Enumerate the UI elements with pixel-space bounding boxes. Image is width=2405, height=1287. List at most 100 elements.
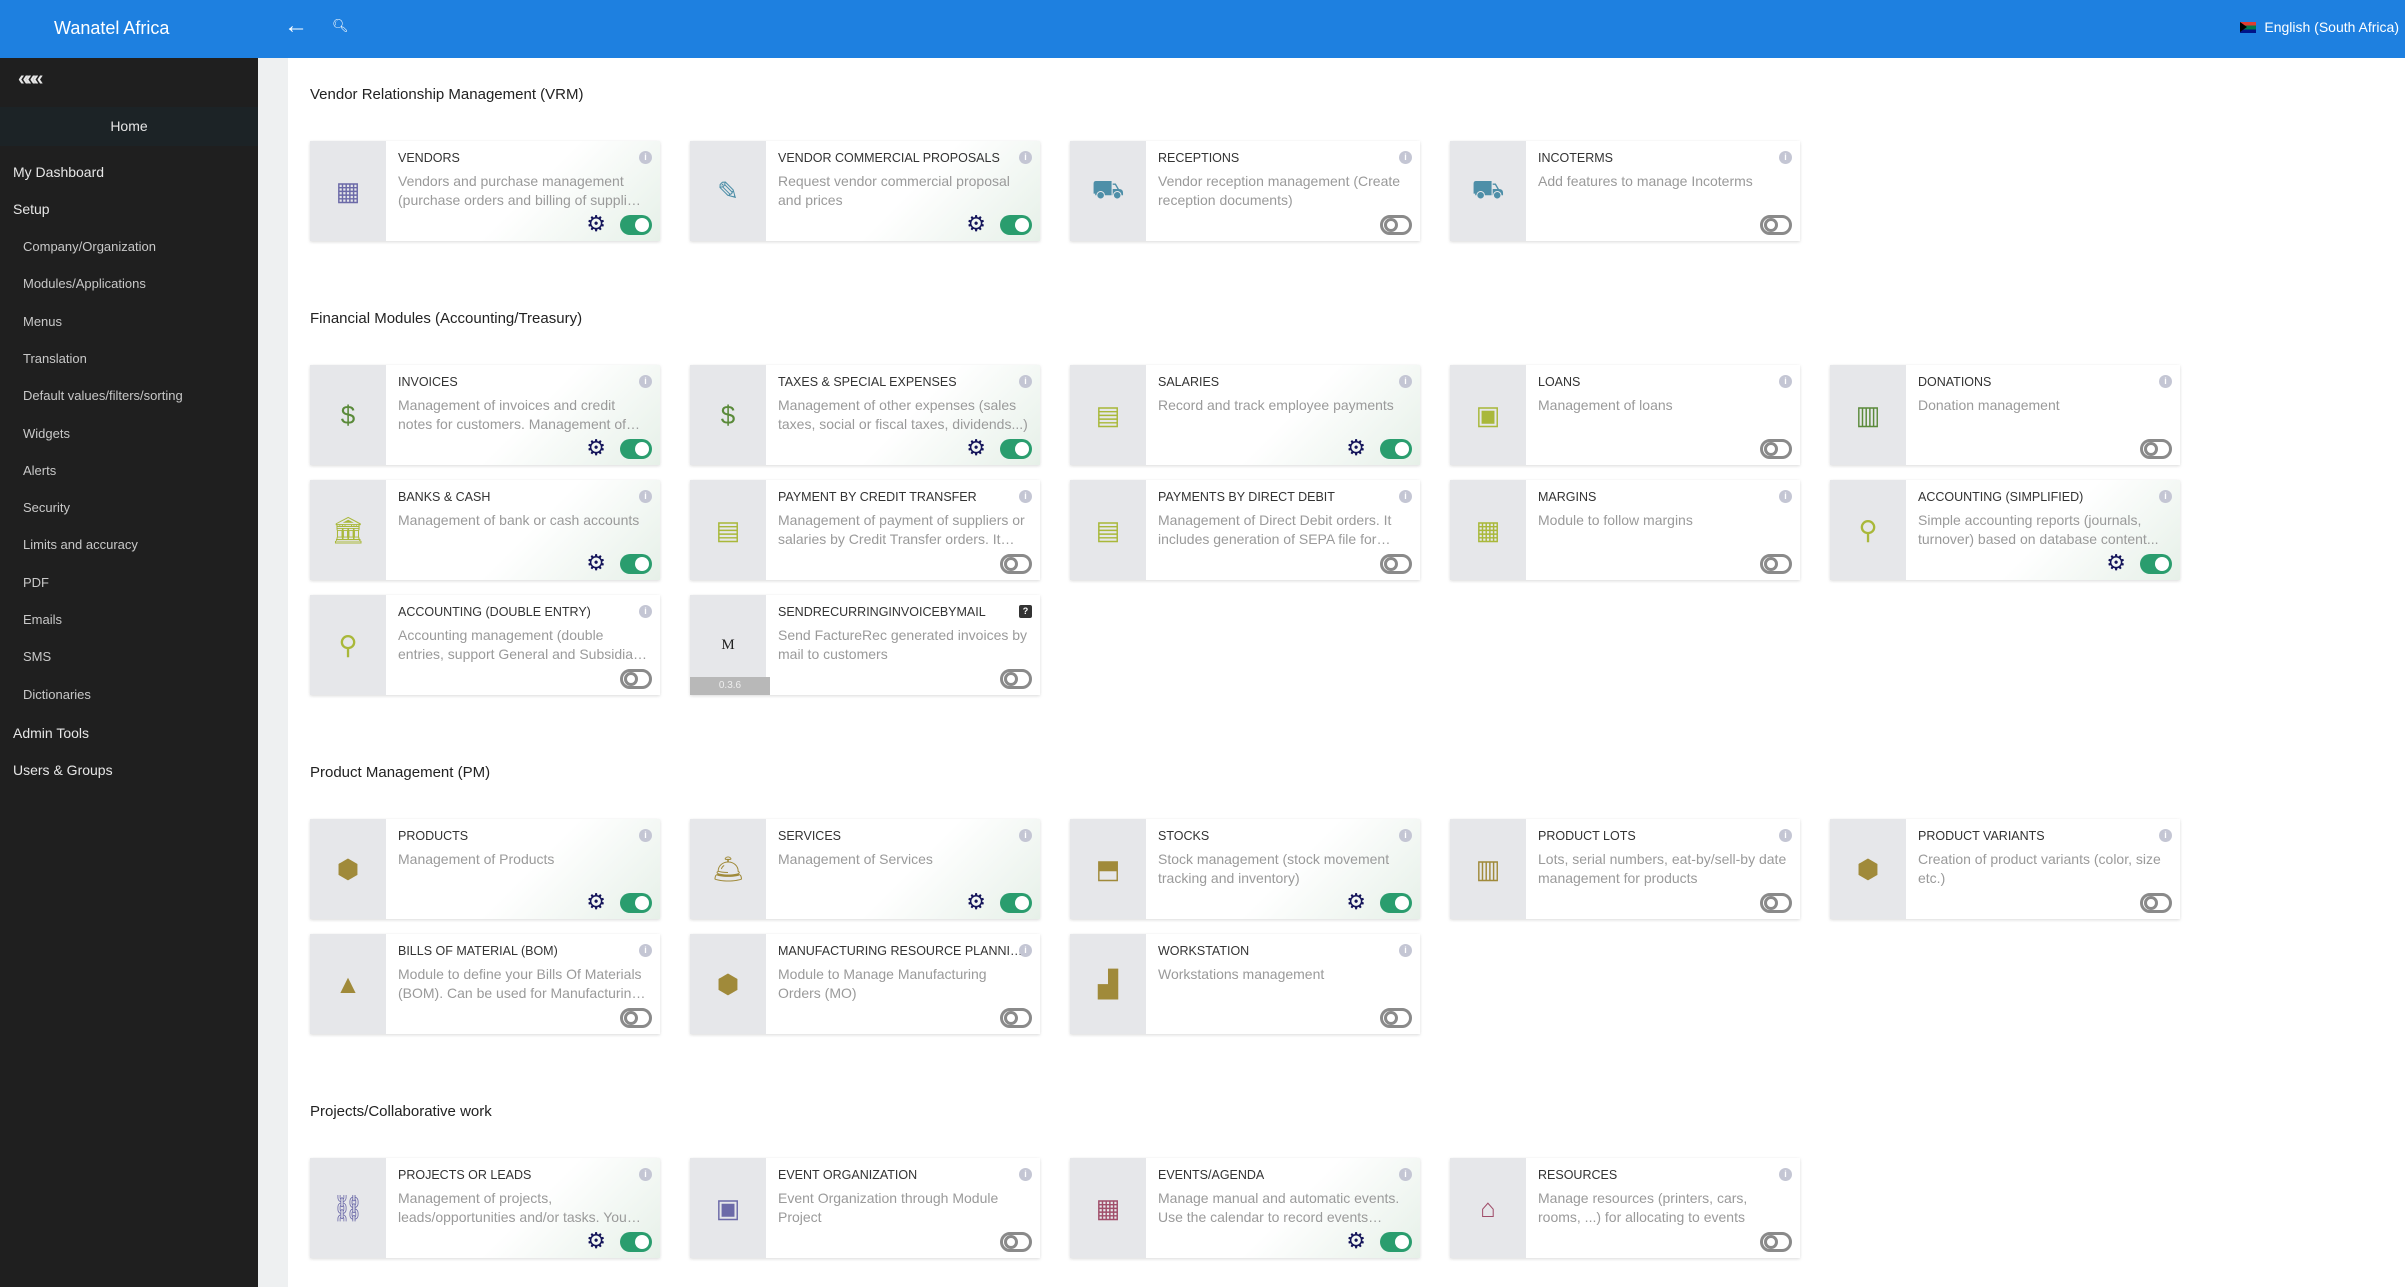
module-toggle[interactable] <box>620 669 652 689</box>
gear-icon[interactable]: ⚙ <box>966 211 986 237</box>
help-icon[interactable]: ? <box>1019 605 1032 618</box>
gear-icon[interactable]: ⚙ <box>586 889 606 915</box>
module-toggle[interactable] <box>1000 1008 1032 1028</box>
sidebar-home[interactable]: Home <box>0 107 258 146</box>
info-icon[interactable]: i <box>1399 944 1412 957</box>
info-icon[interactable]: i <box>1399 375 1412 388</box>
gear-icon[interactable]: ⚙ <box>2106 550 2126 576</box>
sidebar-subitem[interactable]: Modules/Applications <box>23 276 146 291</box>
gear-icon[interactable]: ⚙ <box>1346 889 1366 915</box>
module-toggle[interactable] <box>1760 215 1792 235</box>
sidebar-subitem[interactable]: Translation <box>23 351 87 366</box>
info-icon[interactable]: i <box>2159 829 2172 842</box>
module-toggle[interactable] <box>1000 215 1032 235</box>
module-toggle[interactable] <box>1760 439 1792 459</box>
info-icon[interactable]: i <box>1019 375 1032 388</box>
arrow-left-icon[interactable]: ← <box>284 12 308 40</box>
brand-name[interactable]: Wanatel Africa <box>54 18 169 39</box>
cubes-icon-glyph: ⬢ <box>716 968 740 999</box>
sidebar-subitem[interactable]: PDF <box>23 575 49 590</box>
info-icon[interactable]: i <box>2159 490 2172 503</box>
gear-icon[interactable]: ⚙ <box>966 435 986 461</box>
info-icon[interactable]: i <box>639 490 652 503</box>
info-icon[interactable]: i <box>1399 829 1412 842</box>
sidebar-subitem[interactable]: Limits and accuracy <box>23 537 138 552</box>
info-icon[interactable]: i <box>1019 1168 1032 1181</box>
info-icon[interactable]: i <box>1399 151 1412 164</box>
gear-icon[interactable]: ⚙ <box>586 435 606 461</box>
info-icon[interactable]: i <box>639 829 652 842</box>
info-icon[interactable]: i <box>639 375 652 388</box>
sidebar-item-admin-tools[interactable]: Admin Tools <box>13 725 89 741</box>
gear-icon[interactable]: ⚙ <box>1346 435 1366 461</box>
gear-icon[interactable]: ⚙ <box>586 211 606 237</box>
search-icon[interactable]: 🔍︎ <box>332 18 349 34</box>
gear-icon[interactable]: ⚙ <box>586 550 606 576</box>
card-body: INVOICES Management of invoices and credi… <box>386 365 660 465</box>
info-icon[interactable]: i <box>1779 375 1792 388</box>
sidebar-item-users-groups[interactable]: Users & Groups <box>13 762 113 778</box>
info-icon[interactable]: i <box>1019 944 1032 957</box>
module-toggle[interactable] <box>620 1008 652 1028</box>
language-selector[interactable]: English (South Africa) <box>2240 19 2399 35</box>
info-icon[interactable]: i <box>639 605 652 618</box>
module-toggle[interactable] <box>620 215 652 235</box>
module-toggle[interactable] <box>1380 893 1412 913</box>
module-card: ▤ PAYMENT BY CREDIT TRANSFER Management of… <box>690 480 1040 580</box>
sidebar-subitem[interactable]: Company/Organization <box>23 239 156 254</box>
module-toggle[interactable] <box>1000 669 1032 689</box>
sidebar-subitem[interactable]: SMS <box>23 649 51 664</box>
module-toggle[interactable] <box>1000 893 1032 913</box>
gear-icon[interactable]: ⚙ <box>1346 1228 1366 1254</box>
money-check-icon: ▤ <box>690 480 766 580</box>
info-icon[interactable]: i <box>1399 1168 1412 1181</box>
info-icon[interactable]: i <box>1779 490 1792 503</box>
gear-icon[interactable]: ⚙ <box>586 1228 606 1254</box>
info-icon[interactable]: i <box>1779 151 1792 164</box>
module-toggle[interactable] <box>620 554 652 574</box>
module-title: WORKSTATION <box>1158 944 1250 958</box>
module-toggle[interactable] <box>1760 554 1792 574</box>
info-icon[interactable]: i <box>1779 1168 1792 1181</box>
sidebar-item-setup[interactable]: Setup <box>13 201 50 217</box>
module-toggle[interactable] <box>1380 554 1412 574</box>
info-icon[interactable]: i <box>1019 151 1032 164</box>
module-toggle[interactable] <box>2140 893 2172 913</box>
module-toggle[interactable] <box>1760 893 1792 913</box>
info-icon[interactable]: i <box>1399 490 1412 503</box>
module-title: VENDOR COMMERCIAL PROPOSALS <box>778 151 1000 165</box>
sidebar-subitem[interactable]: Alerts <box>23 463 56 478</box>
info-icon[interactable]: i <box>1019 490 1032 503</box>
module-toggle[interactable] <box>1760 1232 1792 1252</box>
info-icon[interactable]: i <box>639 944 652 957</box>
info-icon[interactable]: i <box>1019 829 1032 842</box>
module-toggle[interactable] <box>620 893 652 913</box>
sidebar-subitem[interactable]: Dictionaries <box>23 687 91 702</box>
sidebar-subitem[interactable]: Default values/filters/sorting <box>23 388 183 403</box>
info-icon[interactable]: i <box>2159 375 2172 388</box>
module-toggle[interactable] <box>1380 1232 1412 1252</box>
module-description: Management of payment of suppliers or sa… <box>778 512 1025 547</box>
module-toggle[interactable] <box>2140 439 2172 459</box>
sidebar-item-my-dashboard[interactable]: My Dashboard <box>13 164 104 180</box>
info-icon[interactable]: i <box>639 1168 652 1181</box>
money-bill-icon-glyph: ▣ <box>1475 399 1501 430</box>
module-toggle[interactable] <box>1000 439 1032 459</box>
module-toggle[interactable] <box>1380 215 1412 235</box>
collapse-sidebar-icon[interactable]: ««« <box>18 68 43 91</box>
sidebar-subitem[interactable]: Security <box>23 500 70 515</box>
module-toggle[interactable] <box>1000 1232 1032 1252</box>
gear-icon[interactable]: ⚙ <box>966 889 986 915</box>
module-toggle[interactable] <box>1000 554 1032 574</box>
sidebar-subitem[interactable]: Widgets <box>23 426 70 441</box>
module-toggle[interactable] <box>620 1232 652 1252</box>
module-toggle[interactable] <box>620 439 652 459</box>
sidebar-subitem[interactable]: Emails <box>23 612 62 627</box>
module-toggle[interactable] <box>2140 554 2172 574</box>
info-icon[interactable]: i <box>1779 829 1792 842</box>
module-toggle[interactable] <box>1380 439 1412 459</box>
module-toggle[interactable] <box>1380 1008 1412 1028</box>
sidebar-subitem[interactable]: Menus <box>23 314 62 329</box>
file-signature-icon-glyph: ✎ <box>717 175 739 206</box>
info-icon[interactable]: i <box>639 151 652 164</box>
